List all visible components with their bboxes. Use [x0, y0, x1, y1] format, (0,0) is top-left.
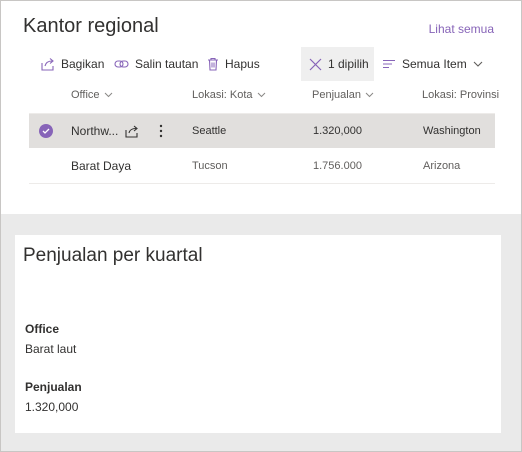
column-header-label: Lokasi: Provinsi — [422, 89, 500, 101]
city-cell: Seattle — [192, 125, 227, 137]
chevron-down-icon — [473, 61, 483, 67]
row-more-button[interactable] — [159, 114, 163, 148]
column-header-label: Office — [71, 89, 100, 101]
sales-cell: 1.756.000 — [313, 160, 362, 172]
command-bar: Bagikan Salin tautan Hapus 1 dipilih Sem… — [1, 47, 521, 81]
chevron-down-icon — [365, 92, 374, 98]
detail-webpart: Penjualan per kuartal Office Barat laut … — [15, 235, 501, 433]
share-label: Bagikan — [61, 57, 105, 71]
column-header-label: Lokasi: Kota — [192, 89, 253, 101]
clear-selection-button[interactable]: 1 dipilih — [301, 47, 374, 81]
view-selector[interactable]: Semua Item — [382, 47, 489, 81]
see-all-link[interactable]: Lihat semua — [429, 22, 494, 36]
office-field-label: Office — [25, 322, 60, 336]
selected-check-icon[interactable] — [39, 124, 53, 138]
share-icon — [41, 58, 54, 71]
sales-field-value: 1.320,000 — [25, 400, 79, 414]
view-label: Semua Item — [402, 57, 467, 71]
divider — [29, 183, 495, 184]
sales-field-label: Penjualan — [25, 380, 82, 394]
filter-lines-icon — [383, 59, 395, 69]
column-header-office[interactable]: Office — [71, 89, 113, 101]
column-header-sales[interactable]: Penjualan — [312, 89, 374, 101]
detail-webpart-title: Penjualan per kuartal — [23, 245, 203, 266]
trash-icon — [208, 57, 218, 71]
chevron-down-icon — [104, 92, 112, 98]
office-field-value: Barat laut — [25, 342, 77, 356]
row-share-button[interactable] — [125, 114, 139, 148]
share-button[interactable]: Bagikan — [41, 47, 104, 81]
delete-label: Hapus — [225, 57, 260, 71]
table-row[interactable]: Barat Daya Tucson 1.756.000 Arizona — [29, 149, 495, 183]
city-cell: Tucson — [192, 160, 228, 172]
list-webpart-title: Kantor regional — [23, 15, 159, 37]
column-header-label: Penjualan — [312, 89, 361, 101]
share-icon — [125, 125, 138, 138]
column-header-city[interactable]: Lokasi: Kota — [192, 89, 266, 101]
chevron-down-icon — [257, 92, 265, 98]
delete-button[interactable]: Hapus — [207, 47, 260, 81]
more-vertical-icon — [159, 124, 163, 138]
copy-link-label: Salin tautan — [135, 57, 199, 71]
close-icon — [309, 58, 322, 70]
office-cell[interactable]: Northw... — [71, 114, 118, 148]
column-header-province[interactable]: Lokasi: Provinsi — [422, 89, 499, 101]
office-cell[interactable]: Barat Daya — [71, 149, 131, 183]
sales-cell: 1.320,000 — [313, 125, 362, 137]
province-cell: Washington — [423, 125, 481, 137]
link-icon — [114, 60, 129, 68]
table-row[interactable]: Northw... Seattle 1.320,000 Washington — [29, 114, 495, 148]
list-webpart: Kantor regional Lihat semua Bagikan Sali… — [1, 1, 521, 214]
selected-count: 1 dipilih — [328, 57, 369, 71]
province-cell: Arizona — [423, 160, 461, 172]
copy-link-button[interactable]: Salin tautan — [114, 47, 198, 81]
